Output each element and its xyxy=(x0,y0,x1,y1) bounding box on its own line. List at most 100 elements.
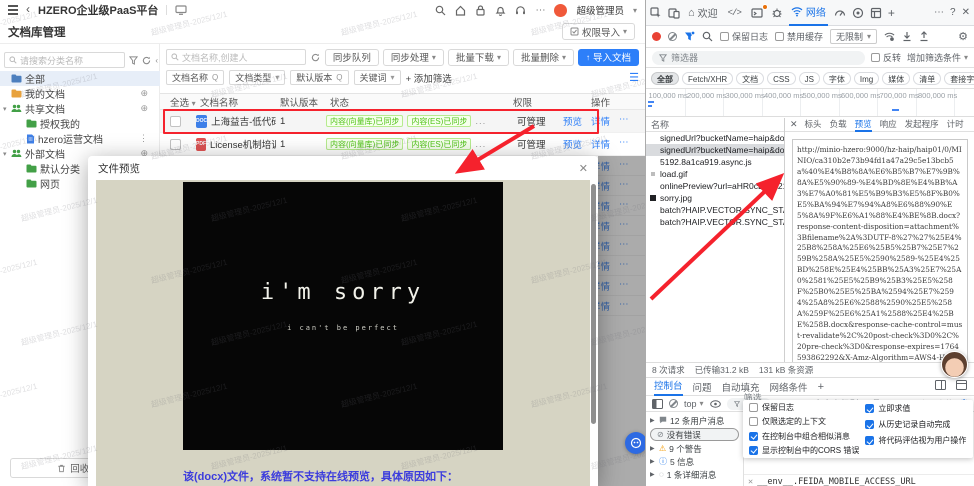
document-search-input[interactable]: 文档名称,创建人 xyxy=(166,49,306,65)
detail-tab-发起程序[interactable]: 发起程序 xyxy=(905,118,939,132)
preview-content[interactable]: http://minio-hzero:9000/hz-haip/haip01/0… xyxy=(792,139,968,362)
type-chip-字体[interactable]: 字体 xyxy=(823,72,851,85)
expand-triangle-icon[interactable]: ▶ xyxy=(650,417,656,424)
detail-tab-标头[interactable]: 标头 xyxy=(805,118,822,132)
request-row[interactable]: onlinePreview?url=aHR0cDovL21p... xyxy=(646,180,784,192)
type-chip-Img[interactable]: Img xyxy=(854,72,879,85)
user-name[interactable]: 超级管理员 xyxy=(576,3,624,17)
toolbar-button-同步队列[interactable]: 同步队列 xyxy=(325,49,379,66)
preserve-log-checkbox[interactable]: 保留日志 xyxy=(720,30,768,43)
more-options-icon[interactable]: ⋯ xyxy=(934,7,944,18)
headset-icon[interactable] xyxy=(515,5,526,16)
expand-triangle-icon[interactable]: ▶ xyxy=(650,471,656,478)
export-har-icon[interactable] xyxy=(919,31,929,42)
menu-icon[interactable] xyxy=(8,9,18,11)
table-row[interactable]: PDFLicense机制培训...1内容(向量库)已同步内容(ES)已同步...… xyxy=(160,133,645,156)
dock-side-icon[interactable] xyxy=(935,380,946,393)
console-message[interactable]: ✕__env__.FEIDA_MOBILE_ACCESS_URL 'http:/… xyxy=(744,474,974,486)
request-row[interactable]: signedUrl?bucketName=haip&do... xyxy=(646,132,784,144)
close-devtools-icon[interactable]: ✕ xyxy=(962,7,970,18)
expand-drawer-icon[interactable] xyxy=(956,380,967,393)
sidebar-item-授权我的[interactable]: 授权我的 xyxy=(0,116,160,131)
checkbox[interactable] xyxy=(749,417,758,426)
sidebar-item-我的文档[interactable]: 我的文档⊕ xyxy=(0,86,160,101)
performance-icon[interactable] xyxy=(834,7,846,19)
memory-icon[interactable] xyxy=(852,7,864,19)
checkbox[interactable] xyxy=(749,446,758,455)
collapse-panel-icon[interactable]: ‹ xyxy=(155,56,158,65)
drawer-tab-控制台[interactable]: 控制台 xyxy=(654,378,683,396)
bell-icon[interactable] xyxy=(495,5,506,16)
checkbox[interactable] xyxy=(749,403,758,412)
request-row[interactable]: signedUrl?bucketName=haip&do... xyxy=(646,144,784,156)
type-chip-套接字[interactable]: 套接字 xyxy=(944,72,974,85)
console-setting-将代码评估视为用户操作[interactable]: 将代码评估视为用户操作 xyxy=(865,435,967,446)
import-har-icon[interactable] xyxy=(902,31,912,42)
application-icon[interactable] xyxy=(870,7,882,19)
search-icon[interactable] xyxy=(702,31,713,42)
more-icon[interactable]: ⋯ xyxy=(535,5,545,16)
console-filter-9 个警告[interactable]: ▶⚠9 个警告 xyxy=(646,442,743,455)
clear-console-icon[interactable] xyxy=(669,399,678,408)
throttling-select[interactable]: 无限制▾ xyxy=(830,29,877,44)
console-setting-保留日志[interactable]: 保留日志 xyxy=(749,403,859,412)
detail-tab-计时[interactable]: 计时 xyxy=(947,118,964,132)
caret-icon[interactable]: ▾ xyxy=(3,150,11,158)
action-link-详情[interactable]: 详情 xyxy=(591,137,610,151)
drawer-tab-问题[interactable]: 问题 xyxy=(693,380,712,394)
row-checkbox[interactable] xyxy=(170,139,181,150)
toolbar-button-批量下载[interactable]: 批量下载▾ xyxy=(448,49,509,66)
tab-network[interactable]: 网络 xyxy=(789,0,828,26)
console-setting-从历史记录自动完成[interactable]: 从历史记录自动完成 xyxy=(865,419,967,430)
console-filter-1 条详细消息[interactable]: ▶◌1 条详细消息 xyxy=(646,468,743,481)
console-filter-5 信息[interactable]: ▶ⓘ5 信息 xyxy=(646,455,743,468)
list-view-icon[interactable]: ☰ xyxy=(629,71,639,84)
close-icon[interactable]: ✕ xyxy=(579,162,588,175)
checkbox[interactable] xyxy=(749,432,758,441)
add-drawer-tab-icon[interactable]: + xyxy=(818,381,824,393)
sidebar-item-hzero运营文档[interactable]: hzero运营文档⋮ xyxy=(0,131,160,146)
console-setting-显示控制台中的CORS 错误[interactable]: 显示控制台中的CORS 错误 xyxy=(749,446,859,455)
refresh-icon[interactable] xyxy=(142,56,151,65)
category-search-input[interactable]: 请搜索分类名称 xyxy=(4,52,125,68)
help-icon[interactable]: ? xyxy=(950,7,956,18)
checkbox[interactable] xyxy=(865,420,874,429)
detail-tab-预览[interactable]: 预览 xyxy=(855,118,872,132)
network-settings-gear-icon[interactable]: ⚙ xyxy=(958,30,968,43)
type-chip-全部[interactable]: 全部 xyxy=(651,72,679,85)
inspect-icon[interactable] xyxy=(650,7,662,19)
filter-pill-文档类型[interactable]: 文档类型▾ xyxy=(229,70,285,85)
filter-pill-关键词[interactable]: 关键词▾ xyxy=(354,70,401,85)
row-more-icon[interactable]: ⋯ xyxy=(619,137,629,151)
modal-scrollbar[interactable] xyxy=(591,184,596,424)
type-chip-Fetch/XHR[interactable]: Fetch/XHR xyxy=(682,72,733,85)
request-row[interactable]: batch?HAIP.VECTOR.SYNC_STATUS... xyxy=(646,204,784,216)
context-selector[interactable]: top▾ xyxy=(684,399,704,409)
add-category-icon[interactable]: ⊕ xyxy=(140,88,148,99)
request-row[interactable]: batch?HAIP.VECTOR.SYNC_STATUS... xyxy=(646,216,784,228)
request-row[interactable]: 5192.8a1ca919.async.js xyxy=(646,156,784,168)
device-toolbar-icon[interactable] xyxy=(668,7,680,19)
select-all-header[interactable]: 全选 ▾ xyxy=(160,95,196,109)
add-category-icon[interactable]: ⊕ xyxy=(140,103,148,114)
assistant-float-button[interactable] xyxy=(625,432,647,454)
add-tab-icon[interactable]: + xyxy=(888,6,895,20)
document-name[interactable]: License机制培训... xyxy=(210,137,276,151)
network-filter-input[interactable]: 筛选器 xyxy=(652,51,865,65)
filter-icon[interactable] xyxy=(129,56,138,65)
console-sidebar-toggle-icon[interactable] xyxy=(652,399,663,409)
request-row[interactable]: sorry.jpg xyxy=(646,192,784,204)
add-filter-button[interactable]: + 添加筛选 xyxy=(406,71,452,85)
type-chip-文档[interactable]: 文档 xyxy=(736,72,764,85)
collapse-icon[interactable]: ✕ xyxy=(748,477,753,486)
console-setting-在控制台中组合相似消息[interactable]: 在控制台中组合相似消息 xyxy=(749,432,859,441)
assistant-avatar[interactable] xyxy=(941,351,968,378)
type-chip-JS[interactable]: JS xyxy=(799,72,820,85)
request-list-header[interactable]: 名称 xyxy=(646,118,784,132)
type-chip-清单[interactable]: 清单 xyxy=(913,72,941,85)
sidebar-item-全部[interactable]: 全部 xyxy=(0,71,160,86)
type-chip-CSS[interactable]: CSS xyxy=(767,72,795,85)
detail-tab-响应[interactable]: 响应 xyxy=(880,118,897,132)
console-setting-仅限选定的上下文[interactable]: 仅限选定的上下文 xyxy=(749,417,859,426)
sidebar-item-共享文档[interactable]: ▾共享文档⊕ xyxy=(0,101,160,116)
